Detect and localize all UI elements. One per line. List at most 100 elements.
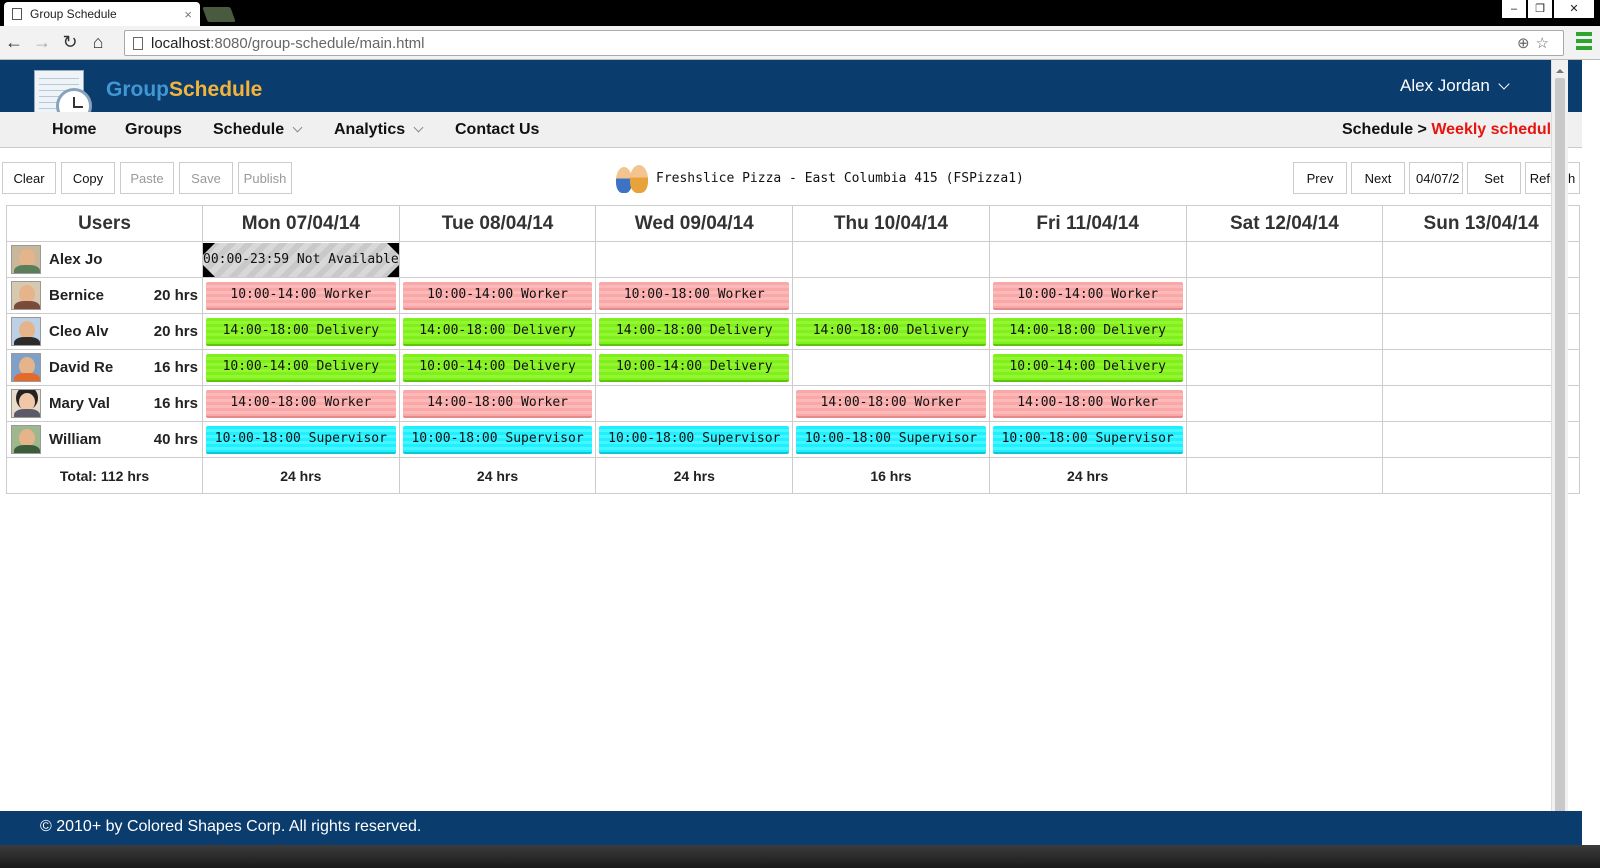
not-available-block[interactable]: 00:00-23:59 Not Available (203, 242, 399, 277)
user-menu[interactable]: Alex Jordan (1400, 76, 1510, 96)
nav-contact-us[interactable]: Contact Us (455, 121, 539, 139)
schedule-cell[interactable]: 14:00-18:00 Delivery (988, 313, 1187, 350)
reload-icon[interactable]: ↻ (56, 32, 84, 53)
next-button[interactable]: Next (1351, 162, 1405, 194)
schedule-cell[interactable]: 10:00-14:00 Delivery (202, 349, 400, 386)
tab-close-icon[interactable]: × (184, 7, 192, 22)
schedule-cell[interactable]: 14:00-18:00 Delivery (398, 313, 597, 350)
schedule-cell[interactable] (1382, 385, 1580, 422)
user-cell[interactable]: Alex Jo (6, 241, 203, 278)
shift-block[interactable]: 10:00-14:00 Delivery (206, 353, 396, 382)
user-cell[interactable]: Cleo Alv 20 hrs (6, 313, 203, 350)
shift-block[interactable]: 14:00-18:00 Delivery (206, 317, 396, 346)
prev-button[interactable]: Prev (1293, 162, 1347, 194)
shift-block[interactable]: 10:00-14:00 Delivery (402, 353, 593, 382)
shift-block[interactable]: 10:00-18:00 Supervisor (206, 425, 396, 454)
schedule-cell[interactable]: 10:00-14:00 Delivery (398, 349, 597, 386)
schedule-cell[interactable]: 10:00-18:00 Supervisor (202, 421, 400, 458)
nav-home[interactable]: Home (52, 121, 96, 139)
breadcrumb-parent[interactable]: Schedule > (1342, 121, 1427, 138)
clear-button[interactable]: Clear (2, 162, 56, 194)
schedule-cell[interactable] (792, 277, 990, 314)
schedule-cell[interactable]: 00:00-23:59 Not Available (202, 241, 400, 278)
schedule-cell[interactable] (988, 241, 1187, 278)
home-icon[interactable]: ⌂ (84, 32, 112, 53)
shift-block[interactable]: 14:00-18:00 Delivery (796, 317, 986, 346)
schedule-cell[interactable]: 14:00-18:00 Delivery (595, 313, 794, 350)
schedule-cell[interactable]: 10:00-14:00 Worker (988, 277, 1187, 314)
scroll-up-icon[interactable] (1556, 65, 1564, 73)
new-tab-button[interactable] (202, 7, 236, 22)
brand-logo[interactable]: GroupSchedule (106, 78, 262, 102)
schedule-cell[interactable] (792, 241, 990, 278)
user-cell[interactable]: Mary Val 16 hrs (6, 385, 203, 422)
shift-block[interactable]: 10:00-14:00 Worker (992, 281, 1183, 310)
schedule-cell[interactable] (1382, 277, 1580, 314)
nav-analytics[interactable]: Analytics (334, 121, 424, 139)
schedule-cell[interactable]: 10:00-18:00 Worker (595, 277, 794, 314)
shift-block[interactable]: 14:00-18:00 Worker (402, 389, 593, 418)
shift-block[interactable]: 14:00-18:00 Worker (992, 389, 1183, 418)
shift-block[interactable]: 10:00-14:00 Worker (206, 281, 396, 310)
shift-block[interactable]: 14:00-18:00 Worker (206, 389, 396, 418)
schedule-cell[interactable]: 10:00-18:00 Supervisor (792, 421, 990, 458)
page-scrollbar[interactable] (1551, 60, 1568, 845)
restore-button[interactable]: ❐ (1528, 0, 1552, 18)
schedule-cell[interactable]: 14:00-18:00 Delivery (792, 313, 990, 350)
schedule-cell[interactable] (1382, 241, 1580, 278)
nav-schedule[interactable]: Schedule (213, 121, 303, 139)
shift-block[interactable]: 14:00-18:00 Delivery (992, 317, 1183, 346)
back-arrow-icon[interactable]: ← (0, 32, 28, 53)
schedule-cell[interactable] (1382, 349, 1580, 386)
schedule-cell[interactable] (1185, 349, 1384, 386)
schedule-cell[interactable]: 14:00-18:00 Worker (398, 385, 597, 422)
schedule-cell[interactable] (1185, 385, 1384, 422)
shift-block[interactable]: 14:00-18:00 Delivery (402, 317, 593, 346)
schedule-cell[interactable]: 14:00-18:00 Delivery (202, 313, 400, 350)
schedule-cell[interactable]: 14:00-18:00 Worker (202, 385, 400, 422)
minimize-button[interactable]: ‒ (1502, 0, 1526, 18)
url-text[interactable]: localhost:8080/group-schedule/main.html (151, 35, 1517, 52)
schedule-cell[interactable]: 10:00-14:00 Worker (202, 277, 400, 314)
forward-arrow-icon[interactable]: → (28, 32, 56, 53)
shift-block[interactable]: 10:00-18:00 Worker (599, 281, 790, 310)
user-cell[interactable]: David Re 16 hrs (6, 349, 203, 386)
scrollbar-thumb[interactable] (1555, 78, 1565, 824)
date-input[interactable]: 04/07/2 (1409, 162, 1463, 194)
schedule-cell[interactable]: 10:00-18:00 Supervisor (988, 421, 1187, 458)
schedule-cell[interactable] (1185, 421, 1384, 458)
schedule-cell[interactable] (1185, 277, 1384, 314)
zoom-icon[interactable]: ⊕ (1517, 35, 1536, 52)
address-bar[interactable]: localhost:8080/group-schedule/main.html … (124, 30, 1564, 56)
publish-button[interactable]: Publish (238, 162, 292, 194)
schedule-cell[interactable] (595, 385, 794, 422)
shift-block[interactable]: 14:00-18:00 Worker (796, 389, 986, 418)
shift-block[interactable]: 10:00-18:00 Supervisor (796, 425, 986, 454)
shift-block[interactable]: 10:00-18:00 Supervisor (599, 425, 790, 454)
schedule-cell[interactable]: 14:00-18:00 Worker (988, 385, 1187, 422)
shift-block[interactable]: 10:00-18:00 Supervisor (992, 425, 1183, 454)
schedule-cell[interactable]: 10:00-18:00 Supervisor (398, 421, 597, 458)
browser-tab[interactable]: Group Schedule × (4, 2, 200, 26)
close-window-button[interactable]: ✕ (1554, 0, 1594, 18)
schedule-cell[interactable] (1382, 421, 1580, 458)
nav-groups[interactable]: Groups (125, 121, 182, 139)
schedule-cell[interactable]: 10:00-14:00 Delivery (988, 349, 1187, 386)
set-button[interactable]: Set (1467, 162, 1521, 194)
schedule-cell[interactable] (595, 241, 794, 278)
schedule-cell[interactable]: 14:00-18:00 Worker (792, 385, 990, 422)
save-button[interactable]: Save (179, 162, 233, 194)
schedule-cell[interactable] (398, 241, 597, 278)
schedule-cell[interactable]: 10:00-14:00 Worker (398, 277, 597, 314)
user-cell[interactable]: Bernice 20 hrs (6, 277, 203, 314)
schedule-cell[interactable]: 10:00-14:00 Delivery (595, 349, 794, 386)
schedule-cell[interactable] (1185, 241, 1384, 278)
shift-block[interactable]: 10:00-14:00 Worker (402, 281, 593, 310)
browser-menu-icon[interactable] (1576, 32, 1592, 50)
schedule-cell[interactable] (1382, 313, 1580, 350)
paste-button[interactable]: Paste (120, 162, 174, 194)
shift-block[interactable]: 14:00-18:00 Delivery (599, 317, 790, 346)
schedule-cell[interactable] (1185, 313, 1384, 350)
shift-block[interactable]: 10:00-14:00 Delivery (599, 353, 790, 382)
schedule-cell[interactable]: 10:00-18:00 Supervisor (595, 421, 794, 458)
